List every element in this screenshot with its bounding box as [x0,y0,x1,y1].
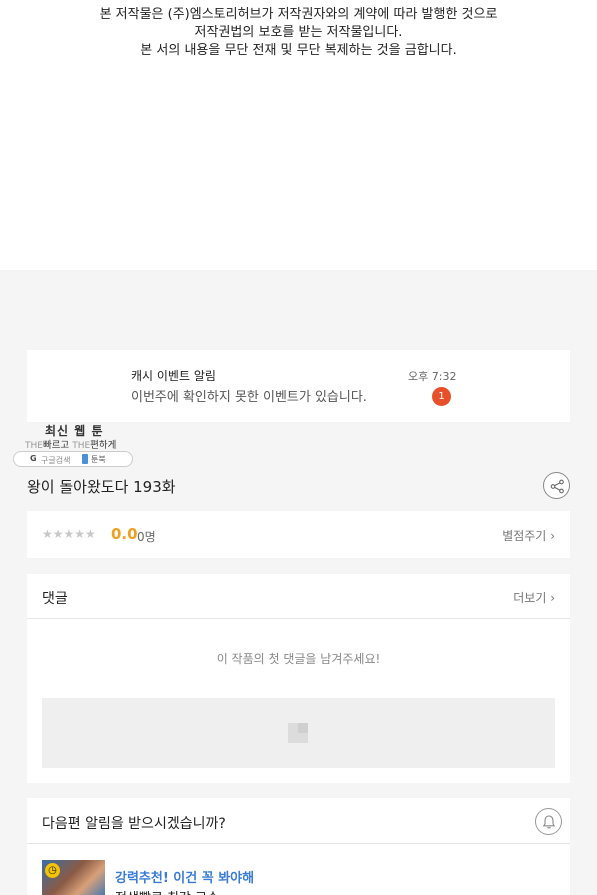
logo-tagline: THE빠르고 THE편하게 [25,437,116,451]
rate-button-label: 별점주기 [502,529,547,543]
image-placeholder-corner [298,723,308,733]
promo-label[interactable]: 강력추천! 이건 꼭 봐야해 [115,867,254,886]
rating-score: 0.0 [111,525,138,543]
copyright-line-1: 본 저작물은 (주)엠스토리허브가 저작권자와의 계약에 따라 발행한 것으로 [99,7,498,22]
notification-message: 이번주에 확인하지 못한 이벤트가 있습니다. [131,390,367,405]
bookmark-label: 툰북 [91,455,106,464]
comments-more-link[interactable]: 더보기 › [513,589,555,606]
copyright-section: 본 저작물은 (주)엠스토리허브가 저작권자와의 계약에 따라 발행한 것으로 … [0,0,597,270]
notification-badge: 1 [432,387,451,406]
copyright-line-3: 본 서의 내용을 무단 전재 및 무단 복제하는 것을 금합니다. [140,43,457,58]
site-logo[interactable]: 최신 웹 툰 THE빠르고 THE편하게 G 구글검색 툰북 [13,422,133,468]
comments-empty-message: 이 작품의 첫 댓글을 남겨주세요! [216,652,381,666]
comments-card: 댓글 더보기 › 이 작품의 첫 댓글을 남겨주세요! [27,574,570,783]
notification-card[interactable]: 캐시 이벤트 알림 이번주에 확인하지 못한 이벤트가 있습니다. 오후 7:3… [27,350,570,422]
more-label: 더보기 [513,591,547,605]
share-button[interactable] [543,472,570,499]
copyright-line-2: 저작권법의 보호를 받는 저작물입니다. [194,25,403,40]
logo-pill: G 구글검색 툰북 [13,451,133,467]
chevron-right-icon: › [550,591,555,605]
rating-stars: ★★★★★ [42,527,96,541]
google-icon: G [30,454,37,463]
copyright-notice: 본 저작물은 (주)엠스토리허브가 저작권자와의 계약에 따라 발행한 것으로 … [0,6,597,60]
promo-thumbnail[interactable]: ◷ [42,860,105,895]
rating-card: ★★★★★ 0.0 0명 별점주기 › [27,511,570,558]
rate-button[interactable]: 별점주기 › [502,527,555,544]
notify-button[interactable] [535,808,562,835]
bookmark-icon [82,454,88,464]
chevron-right-icon: › [550,529,555,543]
comments-title: 댓글 [42,591,68,607]
tagline-fast: 빠르고 [42,440,70,451]
comments-header: 댓글 더보기 › [27,574,570,619]
promo-title[interactable]: 전생빨로 최강 고수 [115,887,219,895]
google-search-label: 구글검색 [41,456,71,465]
next-episode-question: 다음편 알림을 받으시겠습니까? [42,816,226,832]
tagline-the-1: THE [25,441,43,451]
bell-icon [542,815,556,829]
tagline-the-2: THE [72,441,91,451]
ad-placeholder[interactable] [42,698,555,768]
rating-count: 0명 [137,530,156,544]
tagline-easy: 편하게 [90,440,117,451]
notification-title: 캐시 이벤트 알림 [131,369,216,383]
episode-title: 왕이 돌아왔도다 193화 [27,478,176,496]
share-icon [550,479,564,494]
next-episode-card: 다음편 알림을 받으시겠습니까? ◷ 강력추천! 이건 꼭 봐야해 전생빨로 최… [27,798,570,895]
next-episode-header: 다음편 알림을 받으시겠습니까? [27,798,570,844]
clock-icon: ◷ [45,863,60,878]
notification-time: 오후 7:32 [408,370,457,383]
